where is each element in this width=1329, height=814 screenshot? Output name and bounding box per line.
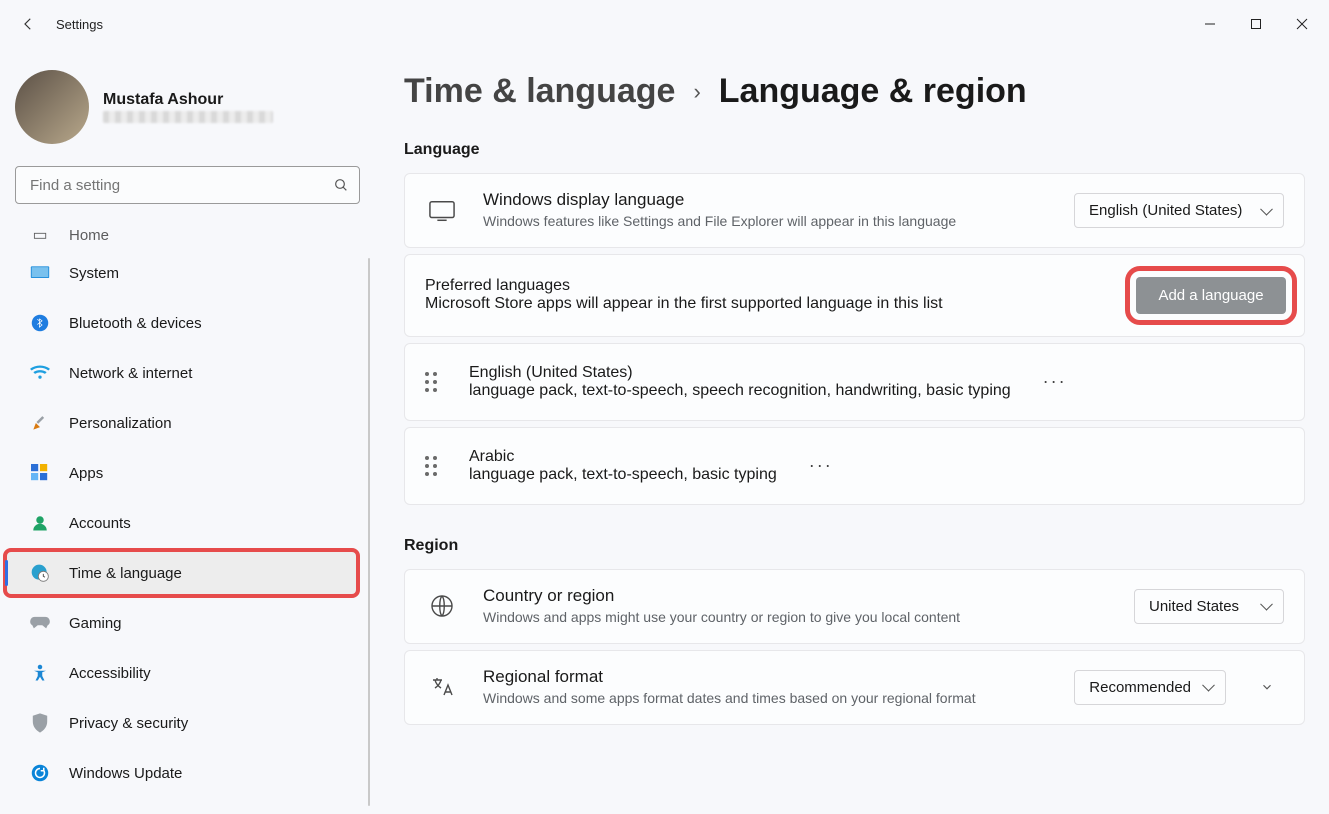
wifi-icon bbox=[29, 362, 51, 384]
app-title: Settings bbox=[56, 17, 103, 32]
chevron-right-icon: › bbox=[693, 79, 700, 104]
close-button[interactable] bbox=[1279, 8, 1325, 40]
search-box[interactable] bbox=[15, 166, 360, 204]
user-email-redacted bbox=[103, 111, 273, 123]
sidebar-item-label: Accounts bbox=[69, 515, 131, 532]
user-name: Mustafa Ashour bbox=[103, 91, 273, 109]
language-item-english[interactable]: English (United States) language pack, t… bbox=[404, 343, 1305, 421]
shield-icon bbox=[29, 712, 51, 734]
back-button[interactable] bbox=[4, 0, 52, 48]
sidebar-item-label: Privacy & security bbox=[69, 715, 188, 732]
sidebar-item-label: Bluetooth & devices bbox=[69, 315, 202, 332]
language-features: language pack, text-to-speech, basic typ… bbox=[469, 466, 777, 484]
sidebar-item-privacy[interactable]: Privacy & security bbox=[15, 700, 352, 746]
sidebar-item-apps[interactable]: Apps bbox=[15, 450, 352, 496]
paintbrush-icon bbox=[29, 412, 51, 434]
sidebar-item-label: Apps bbox=[69, 465, 103, 482]
apps-icon bbox=[29, 462, 51, 484]
breadcrumb: Time & language › Language & region bbox=[404, 72, 1305, 111]
regional-format-dropdown[interactable]: Recommended bbox=[1074, 670, 1226, 705]
search-input[interactable] bbox=[30, 177, 333, 194]
sidebar-item-label: Network & internet bbox=[69, 365, 192, 382]
sidebar-item-accounts[interactable]: Accounts bbox=[15, 500, 352, 546]
person-icon bbox=[29, 512, 51, 534]
minimize-button[interactable] bbox=[1187, 8, 1233, 40]
drag-handle-icon[interactable] bbox=[425, 456, 445, 476]
sidebar-item-label: Accessibility bbox=[69, 665, 151, 682]
titlebar: Settings bbox=[0, 0, 1329, 48]
update-icon bbox=[29, 762, 51, 784]
search-icon bbox=[333, 177, 349, 193]
accessibility-icon bbox=[29, 662, 51, 684]
sidebar-item-network[interactable]: Network & internet bbox=[15, 350, 352, 396]
sidebar-item-label: Home bbox=[69, 227, 109, 244]
row-regional-format[interactable]: Regional format Windows and some apps fo… bbox=[404, 650, 1305, 725]
system-icon bbox=[29, 262, 51, 284]
row-title: Country or region bbox=[483, 586, 1110, 606]
row-preferred-languages: Preferred languages Microsoft Store apps… bbox=[404, 254, 1305, 337]
sidebar-item-system[interactable]: System bbox=[15, 250, 352, 296]
more-options-button[interactable]: ··· bbox=[801, 449, 841, 483]
sidebar-scrollbar[interactable] bbox=[368, 258, 370, 806]
expand-chevron-icon[interactable] bbox=[1250, 680, 1284, 694]
avatar bbox=[15, 70, 89, 144]
row-title: Windows display language bbox=[483, 190, 1050, 210]
row-title: Regional format bbox=[483, 667, 1050, 687]
home-icon: ▭ bbox=[29, 224, 51, 246]
sidebar-item-windows-update[interactable]: Windows Update bbox=[15, 750, 352, 796]
sidebar-item-label: Windows Update bbox=[69, 765, 182, 782]
maximize-button[interactable] bbox=[1233, 8, 1279, 40]
sidebar-item-gaming[interactable]: Gaming bbox=[15, 600, 352, 646]
sidebar-nav: ▭ Home System Bluetooth & devices Netwo bbox=[15, 222, 370, 798]
sidebar-item-label: System bbox=[69, 265, 119, 282]
row-title: Preferred languages bbox=[425, 277, 1130, 295]
country-dropdown[interactable]: United States bbox=[1134, 589, 1284, 624]
sidebar-item-label: Time & language bbox=[69, 565, 182, 582]
sidebar-item-accessibility[interactable]: Accessibility bbox=[15, 650, 352, 696]
sidebar-item-home[interactable]: ▭ Home bbox=[15, 224, 352, 246]
display-language-dropdown[interactable]: English (United States) bbox=[1074, 193, 1284, 228]
row-display-language[interactable]: Windows display language Windows feature… bbox=[404, 173, 1305, 248]
row-subtitle: Windows and apps might use your country … bbox=[483, 608, 1110, 627]
globe-clock-icon bbox=[29, 562, 51, 584]
drag-handle-icon[interactable] bbox=[425, 372, 445, 392]
row-subtitle: Windows and some apps format dates and t… bbox=[483, 689, 1050, 708]
main-content: Time & language › Language & region Lang… bbox=[370, 48, 1329, 814]
page-title: Language & region bbox=[719, 72, 1027, 111]
language-features: language pack, text-to-speech, speech re… bbox=[469, 382, 1011, 400]
translate-icon bbox=[425, 675, 459, 699]
sidebar-item-label: Personalization bbox=[69, 415, 172, 432]
row-subtitle: Microsoft Store apps will appear in the … bbox=[425, 295, 1130, 313]
sidebar-item-label: Gaming bbox=[69, 615, 122, 632]
sidebar-item-bluetooth[interactable]: Bluetooth & devices bbox=[15, 300, 352, 346]
row-country-region[interactable]: Country or region Windows and apps might… bbox=[404, 569, 1305, 644]
language-item-arabic[interactable]: Arabic language pack, text-to-speech, ba… bbox=[404, 427, 1305, 505]
sidebar: Mustafa Ashour ▭ Home System bbox=[0, 48, 370, 814]
highlight-annotation: Add a language bbox=[1130, 271, 1292, 320]
sidebar-item-time-language[interactable]: Time & language bbox=[5, 550, 358, 596]
display-icon bbox=[425, 200, 459, 222]
section-heading-region: Region bbox=[404, 537, 1305, 555]
more-options-button[interactable]: ··· bbox=[1035, 365, 1075, 399]
row-subtitle: Windows features like Settings and File … bbox=[483, 212, 1050, 231]
user-account-block[interactable]: Mustafa Ashour bbox=[15, 66, 370, 166]
window-controls bbox=[1187, 8, 1325, 40]
globe-icon bbox=[425, 594, 459, 618]
section-heading-language: Language bbox=[404, 141, 1305, 159]
sidebar-item-personalization[interactable]: Personalization bbox=[15, 400, 352, 446]
language-name: Arabic bbox=[469, 448, 777, 466]
gamepad-icon bbox=[29, 612, 51, 634]
add-language-button[interactable]: Add a language bbox=[1136, 277, 1286, 314]
bluetooth-icon bbox=[29, 312, 51, 334]
breadcrumb-parent[interactable]: Time & language bbox=[404, 72, 675, 111]
language-name: English (United States) bbox=[469, 364, 1011, 382]
